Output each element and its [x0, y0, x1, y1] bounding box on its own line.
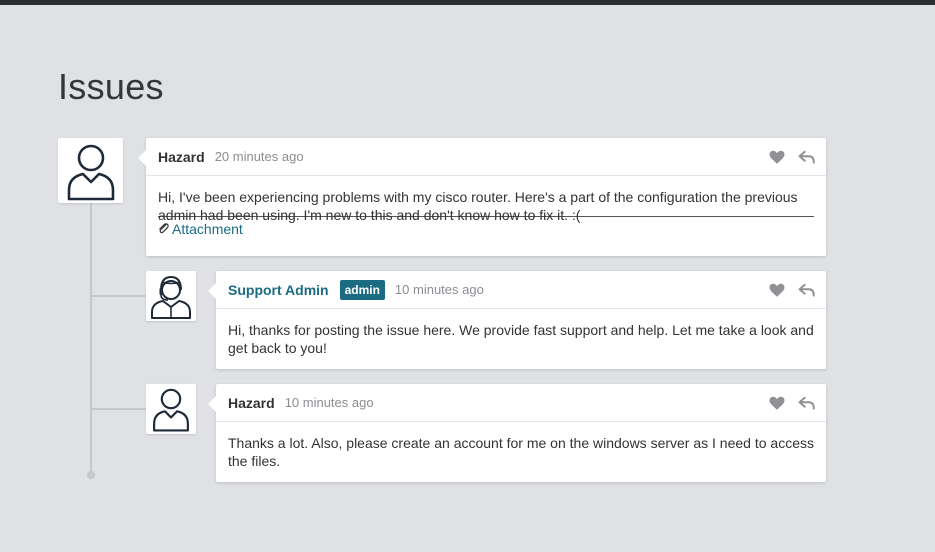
attachment-label: Attachment — [172, 221, 243, 237]
page-title: Issues — [58, 66, 164, 107]
comment-author[interactable]: Support Admin — [228, 282, 329, 298]
comment-body: Hi, thanks for posting the issue here. W… — [216, 309, 826, 357]
admin-badge: admin — [339, 279, 385, 300]
timeline-line — [90, 202, 92, 474]
top-bar — [0, 0, 935, 5]
comment-time: 10 minutes ago — [394, 282, 484, 297]
heart-icon[interactable] — [768, 394, 786, 412]
comment-card: Hazard 10 minutes ago Thanks a lot. Also… — [208, 384, 826, 482]
avatar — [146, 271, 196, 321]
reply-icon[interactable] — [798, 148, 816, 166]
paperclip-icon — [158, 220, 169, 238]
timeline-end-dot — [87, 471, 95, 479]
heart-icon[interactable] — [768, 281, 786, 299]
avatar — [146, 384, 196, 434]
user-icon — [153, 388, 189, 432]
comment-actions — [768, 281, 816, 299]
comment-card: Support Admin admin 10 minutes ago Hi, t… — [208, 271, 826, 369]
comment-text: Thanks a lot. Also, please create an acc… — [228, 435, 814, 469]
reply-icon[interactable] — [798, 281, 816, 299]
comment-header: Support Admin admin 10 minutes ago — [216, 271, 826, 309]
comment-card: Hazard 20 minutes ago Hi, I've been expe… — [138, 138, 826, 256]
heart-icon[interactable] — [768, 148, 786, 166]
comment-text: Hi, thanks for posting the issue here. W… — [228, 322, 814, 356]
comment-time: 20 minutes ago — [214, 149, 304, 164]
timeline-branch — [91, 408, 146, 410]
comment-header: Hazard 20 minutes ago — [146, 138, 826, 176]
reply-icon[interactable] — [798, 394, 816, 412]
avatar — [58, 138, 123, 203]
comment-text: Hi, I've been experiencing problems with… — [158, 189, 798, 223]
comment-author[interactable]: Hazard — [228, 395, 275, 411]
user-icon — [67, 144, 114, 200]
comment-body: Thanks a lot. Also, please create an acc… — [216, 422, 826, 470]
comment-actions — [768, 394, 816, 412]
comment-time: 10 minutes ago — [284, 395, 374, 410]
support-agent-icon — [151, 275, 191, 319]
comment-body: Hi, I've been experiencing problems with… — [146, 176, 826, 238]
timeline-branch — [91, 295, 146, 297]
comment-actions — [768, 148, 816, 166]
comment-author[interactable]: Hazard — [158, 149, 205, 165]
comment-header: Hazard 10 minutes ago — [216, 384, 826, 422]
